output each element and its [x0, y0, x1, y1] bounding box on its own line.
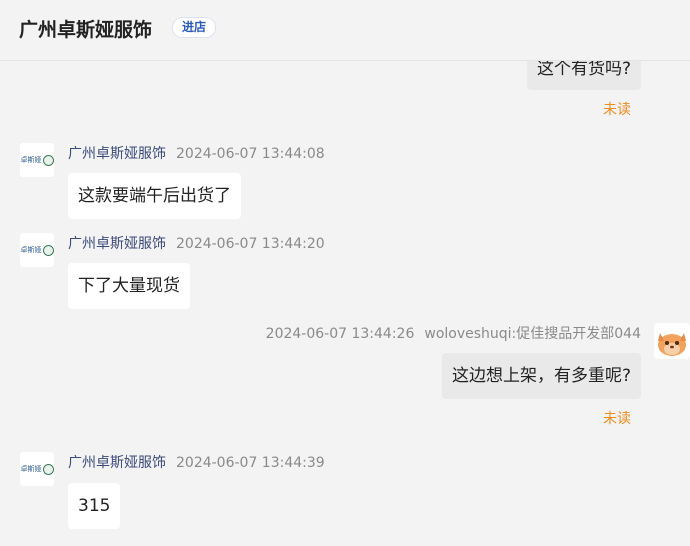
shop-avatar[interactable]: 卓斯娅 — [20, 452, 54, 486]
unread-status: 未读 — [603, 102, 631, 118]
fox-avatar-icon — [654, 323, 690, 359]
message-meta: 广州卓斯娅服饰 2024-06-07 13:44:20 — [68, 233, 325, 253]
shop-logo-emblem-icon — [42, 463, 54, 475]
shop-logo-text: 卓斯娅 — [20, 465, 42, 473]
sender-name: woloveshuqi:促佳搜品开发部044 — [424, 326, 641, 342]
shop-avatar[interactable]: 卓斯娅 — [20, 143, 54, 177]
message-text: 这边想上架，有多重呢? — [451, 366, 631, 386]
sender-name: 广州卓斯娅服饰 — [68, 455, 166, 471]
message-bubble: 这款要端午后出货了 — [68, 173, 241, 219]
message-meta-mine: 2024-06-07 13:44:26 woloveshuqi:促佳搜品开发部04… — [266, 323, 641, 343]
message-time: 2024-06-07 13:44:26 — [265, 326, 415, 342]
shop-logo-emblem-icon — [42, 244, 54, 256]
shop-name: 广州卓斯娅服饰 — [19, 19, 153, 41]
message-text: 下了大量现货 — [78, 276, 180, 296]
shop-avatar[interactable]: 卓斯娅 — [20, 233, 54, 267]
message-bubble: 315 — [68, 483, 121, 529]
message-bubble: 下了大量现货 — [68, 263, 190, 309]
message-text: 这款要端午后出货了 — [78, 186, 231, 206]
user-avatar[interactable] — [654, 323, 690, 359]
message-meta: 广州卓斯娅服饰 2024-06-07 13:44:39 — [68, 452, 325, 472]
message-time: 2024-06-07 13:44:08 — [176, 146, 325, 162]
chat-header: 广州卓斯娅服饰 进店 — [0, 0, 690, 61]
unread-status: 未读 — [603, 411, 631, 427]
message-text: 315 — [78, 496, 111, 516]
shop-logo-text: 卓斯娅 — [20, 246, 42, 254]
shop-logo-text: 卓斯娅 — [20, 156, 42, 164]
enter-shop-button[interactable]: 进店 — [172, 17, 217, 38]
message-time: 2024-06-07 13:44:39 — [176, 455, 325, 471]
message-bubble-mine: 这边想上架，有多重呢? — [441, 353, 641, 399]
message-meta: 广州卓斯娅服饰 2024-06-07 13:44:08 — [68, 143, 325, 163]
message-time: 2024-06-07 13:44:20 — [176, 236, 325, 252]
message-text: 这个有货吗? — [536, 59, 631, 79]
sender-name: 广州卓斯娅服饰 — [68, 146, 166, 162]
sender-name: 广州卓斯娅服饰 — [68, 236, 166, 252]
shop-logo-emblem-icon — [42, 154, 54, 166]
